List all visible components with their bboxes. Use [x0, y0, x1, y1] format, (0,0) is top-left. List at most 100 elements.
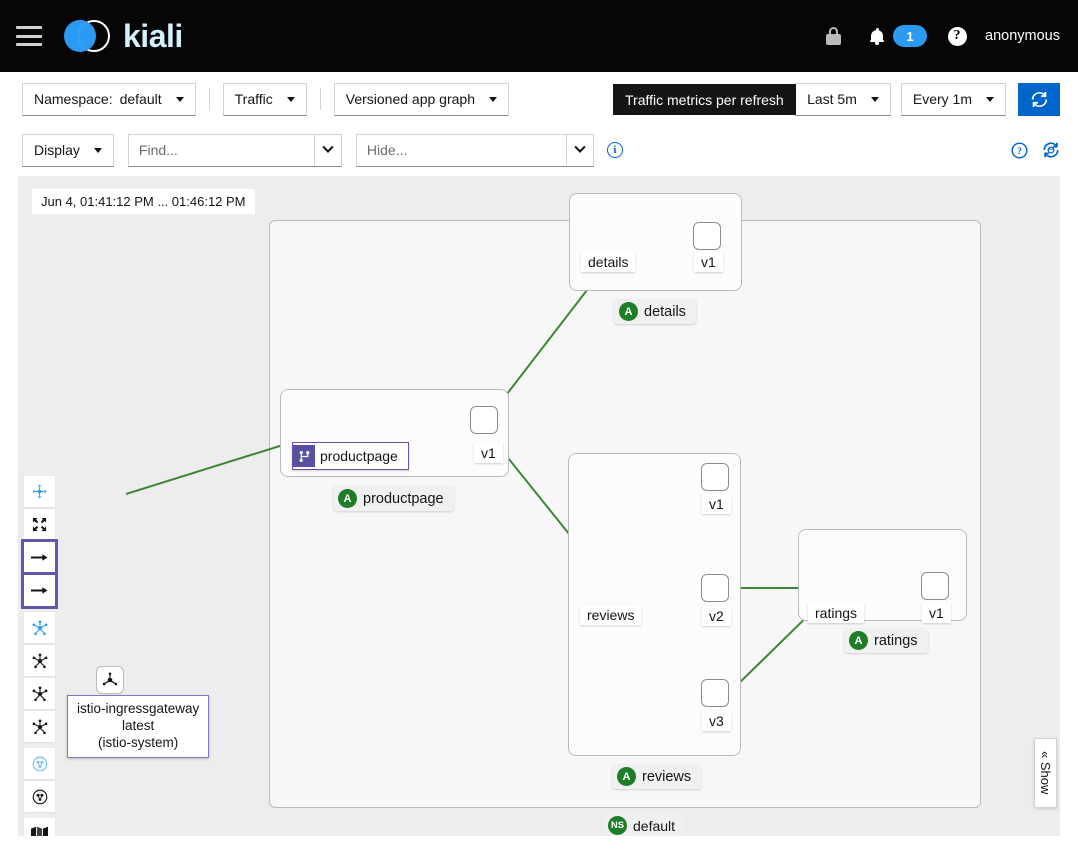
refresh-interval-selector[interactable]: Every 1m — [900, 82, 1006, 116]
lock-icon[interactable] — [811, 14, 855, 58]
graph-timestamp: Jun 4, 01:41:12 PM ... 01:46:12 PM — [32, 189, 255, 214]
service-label-productpage: productpage — [292, 442, 409, 470]
app-label-text: reviews — [642, 768, 692, 785]
app-badge-icon: A — [619, 302, 638, 321]
legend-map-icon — [31, 826, 48, 836]
show-tab-label: « Show — [1038, 751, 1053, 795]
help-circle-icon[interactable]: ? — [1011, 141, 1028, 159]
traffic-metrics-tooltip: Traffic metrics per refresh — [613, 84, 796, 115]
graph-side-toolbar — [21, 476, 58, 836]
hamburger-icon[interactable] — [16, 26, 42, 46]
kiali-mark-icon — [64, 17, 114, 55]
virtual-service-icon — [293, 445, 315, 467]
app-label-text: details — [644, 303, 686, 320]
arrow-right-icon — [31, 587, 48, 594]
version-node-ratings-v1[interactable] — [921, 572, 949, 600]
fit-screen-icon-button[interactable] — [24, 509, 55, 540]
namespace-selector[interactable]: Namespace: default — [22, 82, 196, 116]
drag-move-icon-button[interactable] — [24, 476, 55, 507]
namespace-layout-icon — [32, 756, 47, 771]
duration-selector[interactable]: Last 5m — [795, 82, 891, 116]
tooltip-line-version: latest — [122, 717, 155, 733]
masthead-actions: 1 ? anonymous — [811, 14, 1078, 58]
find-input[interactable] — [127, 133, 314, 167]
brand-name: kiali — [123, 18, 183, 54]
display-label: Display — [34, 142, 80, 158]
version-node-reviews-v2[interactable] — [701, 574, 729, 602]
arrow-right-icon-button-2[interactable] — [21, 572, 58, 609]
notification-count-badge[interactable]: 1 — [893, 25, 928, 47]
layout-dagre-icon — [32, 619, 47, 635]
drag-move-icon — [32, 484, 47, 499]
find-hide-info-icon[interactable]: i — [606, 142, 623, 158]
app-label-reviews: A reviews — [612, 764, 702, 789]
hide-control — [355, 133, 594, 167]
version-node-reviews-v3[interactable] — [701, 679, 729, 707]
istio-gateway-icon — [102, 672, 118, 686]
ingressgateway-tooltip: istio-ingressgateway latest (istio-syste… — [67, 695, 210, 758]
display-menu-button[interactable]: Display — [22, 133, 114, 167]
tooltip-line-name: istio-ingressgateway — [77, 701, 200, 716]
traffic-selector[interactable]: Traffic — [222, 82, 307, 116]
hide-input[interactable] — [355, 133, 566, 167]
question-circle-icon[interactable]: ? — [935, 14, 979, 58]
toolbar-divider — [319, 88, 321, 110]
graph-canvas[interactable]: Jun 4, 01:41:12 PM ... 01:46:12 PM detai… — [18, 176, 1060, 836]
chevron-down-icon — [93, 147, 102, 153]
layout-concentric-icon — [32, 718, 47, 734]
version-label-details-v1: v1 — [694, 252, 723, 272]
version-label-ratings-v1: v1 — [922, 603, 951, 623]
namespace-layout-icon-button[interactable] — [24, 748, 55, 779]
app-badge-icon: A — [849, 631, 868, 650]
version-label-reviews-v1: v1 — [702, 494, 731, 514]
fit-screen-icon — [32, 517, 47, 532]
namespace-box-icon-button[interactable] — [24, 781, 55, 812]
chevron-down-icon — [574, 141, 586, 153]
refresh-interval-label: Every 1m — [912, 91, 972, 107]
service-label-reviews: reviews — [580, 605, 642, 625]
graph-legend-icon[interactable] — [1042, 141, 1060, 159]
refresh-button[interactable] — [1018, 82, 1060, 116]
find-dropdown-toggle[interactable] — [313, 133, 342, 167]
graph-type-selector[interactable]: Versioned app graph — [333, 82, 509, 116]
layout-concentric-icon-button[interactable] — [24, 711, 55, 742]
app-label-details: A details — [614, 299, 696, 324]
find-control — [127, 133, 342, 167]
version-node-reviews-v1[interactable] — [701, 463, 729, 491]
service-label-ratings: ratings — [808, 603, 865, 623]
time-controls: Last 5m Every 1m — [768, 82, 1078, 116]
layout-cola-icon-button[interactable] — [24, 678, 55, 709]
layout-grid-icon-button[interactable] — [24, 645, 55, 676]
app-label-text: ratings — [874, 632, 918, 649]
layout-grid-icon — [32, 652, 47, 668]
namespace-label-text: default — [633, 817, 676, 834]
layout-cola-icon — [32, 685, 47, 701]
hide-dropdown-toggle[interactable] — [565, 133, 594, 167]
svg-text:?: ? — [1017, 147, 1022, 157]
app-badge-icon: A — [338, 489, 357, 508]
namespace-value: default — [119, 91, 162, 107]
version-node-details-v1[interactable] — [693, 222, 721, 250]
chevron-down-icon — [488, 96, 497, 102]
service-label-details: details — [581, 252, 636, 272]
username-menu[interactable]: anonymous — [985, 28, 1060, 44]
kiali-graph-page: kiali 1 ? anonymous Namespace: default T… — [0, 0, 1078, 853]
kiali-logo[interactable]: kiali — [64, 17, 183, 55]
graph-toolbar-secondary: Display i ? — [0, 126, 1078, 174]
version-label-productpage-v1: v1 — [474, 443, 503, 463]
app-label-text: productpage — [363, 490, 444, 507]
version-node-productpage-v1[interactable] — [470, 406, 498, 434]
node-istio-ingressgateway[interactable] — [96, 666, 124, 694]
version-label-reviews-v2: v2 — [702, 606, 731, 626]
chevron-down-icon — [870, 96, 879, 102]
arrow-right-icon-button-1[interactable] — [21, 539, 58, 576]
legend-map-icon-button[interactable] — [24, 818, 55, 836]
show-side-panel-button[interactable]: « Show — [1034, 738, 1057, 808]
toolbar-divider — [208, 88, 210, 110]
layout-dagre-icon-button[interactable] — [24, 612, 55, 643]
duration-label: Last 5m — [807, 91, 857, 107]
chevron-down-icon — [322, 141, 334, 153]
chevron-down-icon — [286, 96, 295, 102]
namespace-box-icon — [32, 789, 47, 804]
version-label-reviews-v3: v3 — [702, 711, 731, 731]
